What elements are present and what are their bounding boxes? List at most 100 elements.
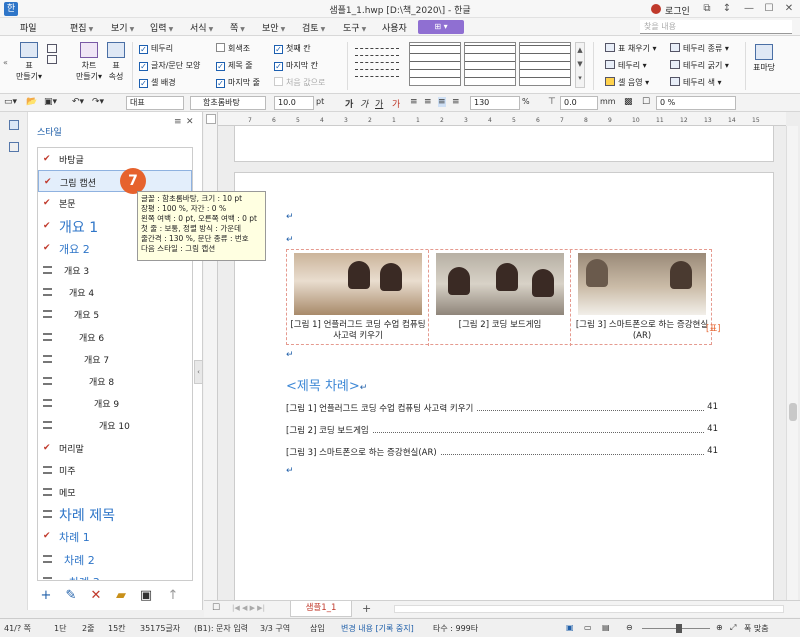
zoom-in-icon[interactable]: ⊕ [716,623,723,632]
figure-photo-1[interactable] [294,253,422,315]
table-style-1[interactable] [409,42,461,86]
status-insert[interactable]: 삽입 [310,623,325,634]
status-page[interactable]: 41/? 쪽 [4,623,31,634]
indent-unit[interactable]: mm [600,97,616,106]
new-doc-icon[interactable]: ▭▾ [4,97,17,107]
toc-row-3[interactable]: [그림 3] 스마트폰으로 하는 증강현실(AR) 41 [286,446,722,458]
style-item[interactable]: 개요 4 [38,281,192,303]
menu-edit[interactable]: 편집 ▼ [70,21,93,34]
tab-list-icon[interactable]: ☐ [212,603,220,613]
figure-cell-2[interactable]: [그림 2] 코딩 보드게임 [429,250,571,346]
check-header-row[interactable]: ✓ 제목 줄 [216,60,253,71]
ribbon-collapse-icon[interactable]: « [3,58,8,67]
style-panel-icon[interactable] [9,120,19,130]
table-context-tab[interactable]: ⊞ ▾ [418,20,464,34]
figure-caption-3[interactable]: [그림 3] 스마트폰으로 하는 증강현실(AR) [571,320,713,342]
hancom-app-icon[interactable]: 한 [4,2,18,16]
vertical-ruler[interactable] [204,112,218,600]
vertical-scrollbar[interactable] [786,126,798,600]
check-last-col[interactable]: ✓ 마지막 칸 [274,60,318,71]
style-item[interactable]: 개요 5 [38,303,192,325]
font-select[interactable]: 함초롬바탕 [190,96,266,110]
style-item[interactable]: ✔ 차례 1 [38,525,192,547]
table-style-3[interactable] [519,42,571,86]
menu-view[interactable]: 보기 ▼ [111,21,134,34]
border-weight-button[interactable]: 테두리 굵기 ▾ [670,60,729,71]
style-item[interactable]: ✔ 바탕글 [38,148,192,170]
open-style-icon[interactable]: ▰ [112,587,130,605]
border-button[interactable]: 테두리 ▾ [605,60,647,71]
table-properties-button[interactable]: 표 속성 [104,42,128,82]
style-item[interactable]: 개요 8 [38,370,192,392]
border-type-button[interactable]: 테두리 종류 ▾ [670,43,729,54]
fill-table-button[interactable]: 표 채우기 ▾ [605,43,657,54]
zoom-fit-icon[interactable]: ⤢ [730,623,736,633]
make-table-button[interactable]: 표 만들기▾ [14,42,44,82]
figure-photo-3[interactable] [578,253,706,315]
style-item[interactable]: 차례 제목 [38,503,192,525]
menu-review[interactable]: 검토 ▼ [302,21,325,34]
view-web-icon[interactable]: ▤ [602,623,610,632]
check-cell-bg[interactable]: ✓ 셀 배경 [139,77,176,88]
border-color-button[interactable]: 테두리 색 ▾ [670,77,722,88]
menu-security[interactable]: 보안 ▼ [262,21,285,34]
login-icon[interactable] [651,4,661,14]
open-icon[interactable]: 📂 [26,97,37,107]
save-style-icon[interactable]: ▣ [137,587,155,605]
view-normal-icon[interactable]: ▣ [566,623,574,632]
figure-table[interactable]: [그림 1] 언플러그드 코딩 수업 컴퓨팅 사고력 키우기 [그림 2] 코딩… [286,249,713,346]
edit-style-icon[interactable]: ✎ [62,587,80,605]
font-color-button[interactable]: 가 [392,97,400,110]
check-grayscale[interactable]: 회색조 [216,43,250,54]
make-chart-button[interactable]: 차트 만들기▾ [74,42,104,82]
align-left-icon[interactable]: ≡ [410,97,418,107]
box-toggle-icon[interactable]: ☐ [642,97,650,107]
horizontal-ruler[interactable]: 7 6 5 4 3 2 1 1 2 3 4 5 6 7 8 9 10 11 12 13 14 15 [218,112,786,126]
check-first-col[interactable]: ✓ 첫째 칸 [274,43,311,54]
style-item[interactable]: ✔ 그림 캡션 [38,170,192,193]
add-tab-icon[interactable]: + [362,602,371,615]
check-last-row[interactable]: ✓ 마지막 줄 [216,77,260,88]
style-item[interactable]: 미주 [38,459,192,481]
line-style-gallery[interactable] [353,42,401,90]
style-item[interactable]: 개요 10 [38,414,192,436]
save-icon[interactable]: ▣▾ [44,97,57,107]
line-spacing-unit[interactable]: % [522,97,530,106]
toc-row-1[interactable]: [그림 1] 언플러그드 코딩 수업 컴퓨팅 사고력 키우기 41 [286,402,722,414]
doc-panel-icon[interactable] [9,142,19,152]
shade-toggle-icon[interactable]: ▩ [624,97,633,107]
font-size-unit[interactable]: pt [316,97,324,106]
style-item[interactable]: 개요 7 [38,348,192,370]
maximize-button[interactable]: ☐ [760,1,778,17]
horizontal-scrollbar[interactable] [394,605,784,613]
char-spacing-select[interactable]: 0 % [656,96,736,110]
add-style-icon[interactable]: + [37,587,55,605]
reset-to-default[interactable]: 처음 값으로 [274,77,325,88]
figure-cell-3[interactable]: [그림 3] 스마트폰으로 하는 증강현실(AR) [571,250,713,346]
style-select[interactable]: 대표 [126,96,184,110]
table-gallery-button[interactable]: 표마당 [750,44,778,73]
panel-menu-icon[interactable]: ≡ [174,117,182,127]
table-style-2[interactable] [464,42,516,86]
font-size-input[interactable]: 10.0 [274,96,314,110]
toc-title[interactable]: <제목 차례>↵ [286,375,367,394]
menu-user[interactable]: 사용자 [382,21,407,34]
zoom-slider-thumb[interactable] [676,624,682,633]
redo-icon[interactable]: ↷▾ [92,97,104,107]
cell-shade-button[interactable]: 셀 음영 ▾ [605,77,649,88]
align-justify-icon[interactable]: ≡ [424,97,432,107]
status-track-changes[interactable]: 변경 내용 [기록 중지] [341,623,414,634]
zoom-out-icon[interactable]: ⊖ [626,623,633,632]
align-right-icon[interactable]: ≡ [452,97,460,107]
style-item[interactable]: 차례 2 [38,548,192,570]
figure-photo-2[interactable] [436,253,564,315]
menu-page[interactable]: 쪽 ▼ [230,21,245,34]
toc-row-2[interactable]: [그림 2] 코딩 보드게임 41 [286,424,722,436]
delete-style-icon[interactable]: ✕ [87,587,105,605]
figure-caption-2[interactable]: [그림 2] 코딩 보드게임 [429,320,571,331]
figure-cell-1[interactable]: [그림 1] 언플러그드 코딩 수업 컴퓨팅 사고력 키우기 [287,250,429,346]
check-border[interactable]: ✓ 테두리 [139,43,173,54]
undo-icon[interactable]: ↶▾ [72,97,84,107]
style-item[interactable]: 개요 9 [38,392,192,414]
search-input[interactable]: 찾을 내용 [640,20,792,34]
